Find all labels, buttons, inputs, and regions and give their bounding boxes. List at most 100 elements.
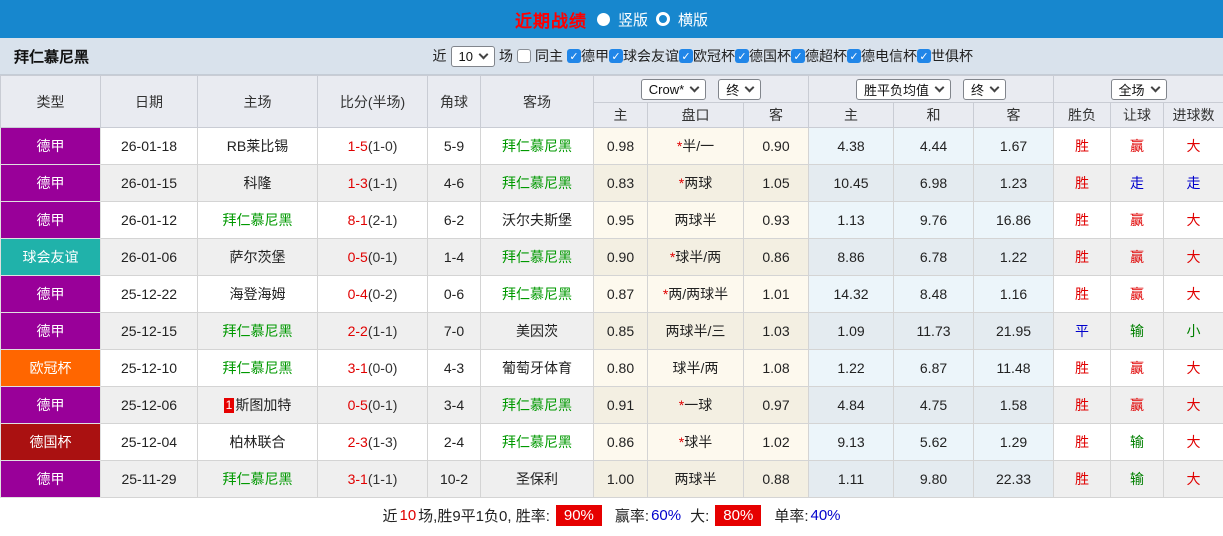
table-row: 德甲 26-01-15 科隆 1-3(1-1) 4-6 拜仁慕尼黑 0.83 *两球 1.05 1… [0,164,1223,202]
avg-home-cell: 8.86 [808,238,895,276]
vertical-layout-radio[interactable] [596,12,610,26]
avg-period-select[interactable]: 终 [963,78,1007,100]
avg-home-cell: 1.09 [808,312,895,350]
league-label[interactable]: 德甲 [581,46,609,66]
handicap-text: 球半/两 [672,360,719,376]
half-time-score: (1-3) [367,434,398,450]
avg-away-cell: 1.22 [973,238,1055,276]
league-checkbox[interactable] [917,49,931,63]
league-checkbox[interactable] [609,49,623,63]
away-team-cell[interactable]: 拜仁慕尼黑 [480,238,594,276]
goals-result-cell: 大 [1163,423,1223,461]
score-cell: 8-1(2-1) [317,201,428,239]
scope-select[interactable]: 全场 [1110,78,1167,100]
odds-company-select[interactable]: Crow* [640,78,707,100]
away-team-cell[interactable]: 拜仁慕尼黑 [480,127,594,165]
away-odds-cell: 0.90 [742,127,810,165]
avg-type-value: 胜平负均值 [864,82,930,98]
same-home-label[interactable]: 同主 [535,46,563,66]
away-team-cell[interactable]: 圣保利 [480,460,594,498]
home-team-cell[interactable]: 1 斯图加特 [197,386,318,424]
result-cell: 胜 [1053,238,1112,276]
full-time-score: 8-1 [347,212,368,228]
home-team-name: 拜仁慕尼黑 [222,323,293,339]
horizontal-layout-radio[interactable] [656,12,670,26]
half-time-score: (2-1) [367,212,398,228]
league-checkbox[interactable] [735,49,749,63]
away-odds-cell: 1.08 [742,349,810,387]
horizontal-layout-label[interactable]: 横版 [678,9,708,30]
home-team-name: 斯图加特 [235,397,292,413]
home-team-cell[interactable]: 柏林联合 [197,423,318,461]
home-team-cell[interactable]: 拜仁慕尼黑 [197,312,318,350]
handicap-text: 半/一 [682,138,715,154]
goals-result-cell: 大 [1163,460,1223,498]
recent-count-select[interactable]: 10 [450,45,495,67]
goals-result-cell: 大 [1163,275,1223,313]
away-team-cell[interactable]: 拜仁慕尼黑 [480,164,594,202]
league-label[interactable]: 德电信杯 [861,46,917,66]
away-team-cell[interactable]: 葡萄牙体育 [480,349,594,387]
away-team-cell[interactable]: 美因茨 [480,312,594,350]
home-team-cell[interactable]: 拜仁慕尼黑 [197,349,318,387]
match-type-cell: 德甲 [0,460,101,498]
games-label: 场 [499,48,513,64]
single-rate-value: 40% [810,507,841,524]
avg-period-value: 终 [971,82,985,98]
avg-home-cell: 9.13 [808,423,895,461]
league-label[interactable]: 德超杯 [805,46,847,66]
away-team-cell[interactable]: 沃尔夫斯堡 [480,201,594,239]
half-time-score: (0-2) [367,286,398,302]
league-label[interactable]: 球会友谊 [623,46,679,66]
league-label[interactable]: 德国杯 [749,46,791,66]
league-label[interactable]: 世俱杯 [931,46,973,66]
vertical-layout-label[interactable]: 竖版 [618,9,648,30]
away-team-cell[interactable]: 拜仁慕尼黑 [480,275,594,313]
match-date-cell: 26-01-18 [100,127,198,165]
handicap-result-cell: 输 [1110,312,1165,350]
handicap-result-cell: 赢 [1110,238,1165,276]
avg-home-cell: 14.32 [808,275,895,313]
big-rate-label: 大: [690,508,710,525]
corners-cell: 10-2 [427,460,481,498]
home-team-cell[interactable]: RB莱比锡 [197,127,318,165]
handicap-result-cell: 输 [1110,460,1165,498]
handicap-result-cell: 走 [1110,164,1165,202]
away-odds-cell: 1.03 [742,312,810,350]
score-cell: 2-3(1-3) [317,423,428,461]
league-checkbox[interactable] [847,49,861,63]
handicap-rate-value: 60% [651,507,682,524]
goals-result-cell: 大 [1163,349,1223,387]
away-team-cell[interactable]: 拜仁慕尼黑 [480,386,594,424]
avg-type-select[interactable]: 胜平负均值 [856,78,952,100]
league-filter: 球会友谊 [609,46,679,66]
home-team-cell[interactable]: 科隆 [197,164,318,202]
odds-header-group: Crow* 终 [592,75,810,103]
table-row: 德甲 26-01-18 RB莱比锡 1-5(1-0) 5-9 拜仁慕尼黑 0.98 *半/一 0… [0,127,1223,165]
home-team-cell[interactable]: 萨尔茨堡 [197,238,318,276]
handicap-text: 两球半 [674,471,717,487]
handicap-result-cell: 赢 [1110,386,1165,424]
odds-period-select[interactable]: 终 [718,78,762,100]
odds-period-value: 终 [726,82,740,98]
handicap-rate-label: 赢率: [614,508,650,525]
half-time-score: (0-0) [367,360,398,376]
league-checkbox[interactable] [791,49,805,63]
league-label[interactable]: 欧冠杯 [693,46,735,66]
league-filter: 欧冠杯 [679,46,735,66]
same-home-checkbox[interactable] [517,49,531,63]
away-team-name: 拜仁慕尼黑 [502,434,572,450]
scope-value: 全场 [1118,82,1145,98]
handicap-cell: *球半 [647,423,744,461]
avg-draw-cell: 9.76 [893,201,975,239]
home-odds-cell: 0.90 [593,238,648,276]
home-team-cell[interactable]: 拜仁慕尼黑 [197,460,318,498]
avg-away-cell: 22.33 [973,460,1055,498]
home-team-cell[interactable]: 拜仁慕尼黑 [197,201,318,239]
filter-controls: 近 10 场 同主 德甲球会友谊欧冠杯德国杯德超杯德电信杯世俱杯 [433,45,973,67]
score-cell: 0-5(0-1) [317,238,428,276]
home-team-cell[interactable]: 海登海姆 [197,275,318,313]
away-team-cell[interactable]: 拜仁慕尼黑 [480,423,594,461]
league-checkbox[interactable] [679,49,693,63]
league-checkbox[interactable] [567,49,581,63]
